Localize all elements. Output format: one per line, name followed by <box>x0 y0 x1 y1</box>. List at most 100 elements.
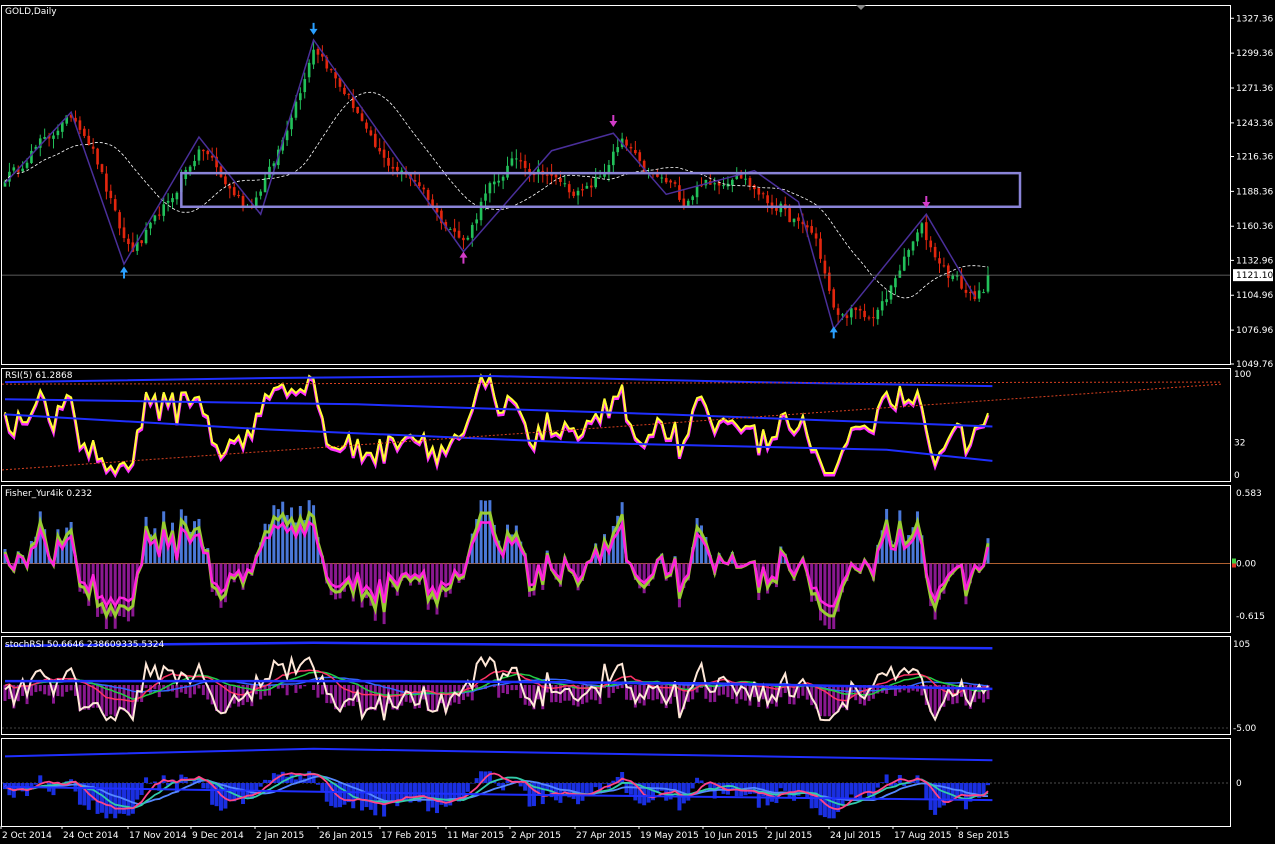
candle-body <box>91 146 95 149</box>
candle-body <box>448 229 452 231</box>
candle-body <box>259 191 262 196</box>
candle-body <box>929 240 933 248</box>
candle-body <box>911 241 915 251</box>
bottom-hist-bar <box>342 783 347 805</box>
candle-body <box>792 218 796 223</box>
candle-body <box>422 187 426 190</box>
candle-body <box>567 184 571 193</box>
candle-body <box>757 188 761 195</box>
stoch-hist-bar <box>933 685 937 716</box>
time-tick-label: 17 Nov 2014 <box>129 831 187 841</box>
candle-body <box>753 185 756 190</box>
time-tick-label: 8 Sep 2015 <box>958 831 1009 841</box>
candle-body <box>585 185 589 189</box>
candle-body <box>678 185 681 200</box>
bottom-hist-bar <box>540 783 545 805</box>
candle-body <box>977 290 981 299</box>
bottom-hist-bar <box>201 783 206 789</box>
bottom-hist-bar <box>880 782 885 783</box>
bottom-hist-bar <box>364 783 369 808</box>
bottom-hist-bar <box>884 774 889 783</box>
stoch-hist-bar <box>193 685 197 695</box>
bottom-hist-bar <box>430 783 435 808</box>
candle-body <box>969 292 972 294</box>
candle-body <box>841 314 844 316</box>
bottom-hist-bar <box>986 783 990 786</box>
candle-body <box>118 212 121 229</box>
time-tick-label: 17 Feb 2015 <box>381 831 437 841</box>
candle-body <box>140 240 143 244</box>
candle-body <box>127 238 130 245</box>
candle-body <box>316 48 320 55</box>
stoch-hist-bar <box>506 685 510 695</box>
candle-body <box>669 180 672 183</box>
candle-body <box>638 152 642 161</box>
bottom-hist-bar <box>360 783 365 811</box>
fisher-hist-bar <box>479 500 483 564</box>
candle-body <box>876 309 880 320</box>
stoch-hist-bar <box>290 685 294 686</box>
bottom-hist-bar <box>135 783 140 800</box>
stoch-hist-bar <box>320 685 324 695</box>
candle-body <box>303 79 307 93</box>
stoch-hist-bar <box>351 685 355 707</box>
candle-body <box>572 191 575 196</box>
candle-body <box>850 308 853 318</box>
panel-frames <box>1 5 1231 827</box>
candle-body <box>523 160 527 168</box>
candle-body <box>241 196 245 206</box>
time-tick-label: 2 Jan 2015 <box>256 831 304 841</box>
time-tick-label: 10 Jun 2015 <box>704 831 758 841</box>
candle-body <box>109 190 113 199</box>
time-tick-label: 2 Jul 2015 <box>767 831 812 841</box>
time-tick-label: 24 Jul 2015 <box>830 831 881 841</box>
candle-body <box>947 265 950 278</box>
candle-body <box>299 93 302 101</box>
rsi-upper-band <box>4 375 993 388</box>
candle-body <box>894 278 897 288</box>
candle-body <box>290 117 293 130</box>
candle-body <box>576 190 580 196</box>
time-tick-label: 24 Oct 2014 <box>63 831 119 841</box>
bottom-hist-bar <box>452 783 457 799</box>
candle-body <box>805 225 809 228</box>
fisher-hist-bar <box>483 500 487 564</box>
candle-body <box>343 87 346 95</box>
fisher-hist-bar <box>334 563 338 600</box>
stoch-hist-bar <box>69 685 73 691</box>
candle-body <box>933 246 937 258</box>
price-tick-label: 1327.36 <box>1236 14 1273 24</box>
candle-body <box>78 120 82 130</box>
candle-body <box>378 148 382 152</box>
stoch-hist-bar <box>369 685 373 711</box>
current-price-label: 1121.10 <box>1236 271 1273 281</box>
stoch-hist-bar <box>34 685 38 693</box>
stoch-hist-bar <box>60 685 64 697</box>
bottom-hist-bar <box>959 783 964 796</box>
candle-body <box>775 207 778 211</box>
stoch-hist-bar <box>708 685 712 703</box>
candle-body <box>144 229 148 244</box>
bottom-hist-bar <box>664 783 669 801</box>
fisher-hist-bar <box>307 500 311 564</box>
time-tick-label: 26 Jan 2015 <box>319 831 373 841</box>
candle-body <box>788 208 791 223</box>
bottom-hist-bar <box>496 783 501 787</box>
candle-body <box>986 275 990 292</box>
candle-body <box>519 160 523 162</box>
candle-body <box>175 192 179 200</box>
down-arrow-icon <box>609 115 618 128</box>
fisher-hist-bar <box>338 563 342 599</box>
stoch-hist-bar <box>237 685 241 707</box>
candle-body <box>748 177 752 187</box>
stoch-hist-bar <box>47 685 51 696</box>
stoch-level-label: 105 <box>1233 640 1250 650</box>
candle-body <box>982 292 985 294</box>
stoch-hist-bar <box>303 685 307 687</box>
scroll-marker-icon <box>856 5 866 10</box>
candle-body <box>307 62 311 78</box>
bottom-hist-bar <box>580 783 585 801</box>
bottom-hist-bar <box>386 783 391 801</box>
stoch-hist-bar <box>201 685 205 696</box>
stoch-hist-bar <box>38 685 42 692</box>
